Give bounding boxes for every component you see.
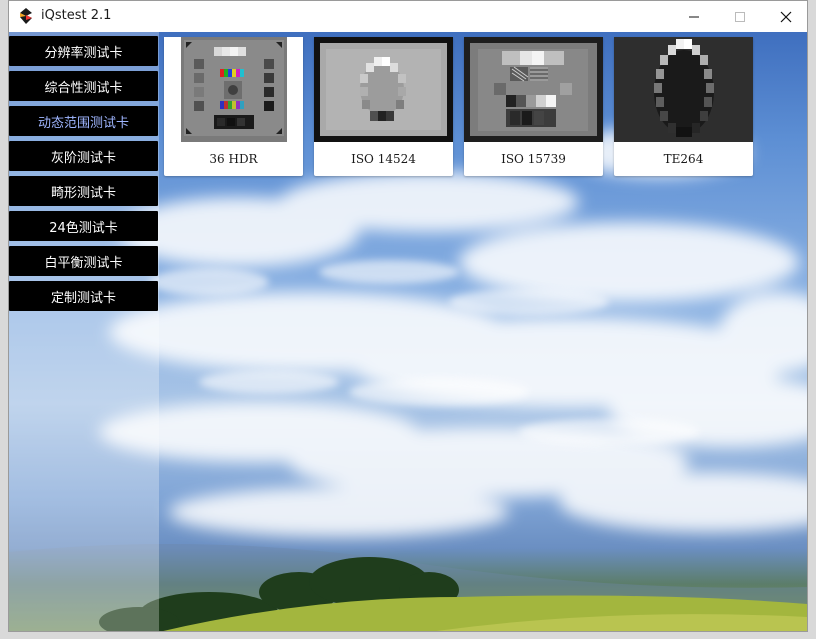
app-logo-icon — [20, 8, 32, 24]
minimize-icon — [689, 16, 699, 17]
sidebar-item-white-balance[interactable]: 白平衡测试卡 — [9, 246, 158, 276]
chart-card-iso-14524[interactable]: ISO 14524 — [314, 37, 453, 176]
window-title: iQstest 2.1 — [41, 8, 112, 23]
chart-thumbnail-image — [614, 37, 753, 142]
chart-card-iso-15739[interactable]: ISO 15739 — [464, 37, 603, 176]
sidebar-item-label: 动态范围测试卡 — [37, 115, 129, 131]
chart-card-label: TE264 — [663, 152, 704, 166]
sidebar-item-resolution[interactable]: 分辨率测试卡 — [9, 36, 158, 66]
maximize-icon — [735, 11, 745, 22]
chart-thumbnail-image — [314, 37, 453, 142]
chart-card-label: ISO 14524 — [351, 152, 416, 166]
sidebar-item-label: 综合性测试卡 — [44, 80, 123, 96]
chart-card-label: ISO 15739 — [501, 152, 566, 166]
app-window: iQstest 2.1 分辨率测试卡 综合性测试卡 动态范围测试卡 灰阶测试卡 … — [8, 0, 808, 632]
chart-thumbnail-image — [164, 37, 303, 142]
sidebar-item-24-color[interactable]: 24色测试卡 — [9, 211, 158, 241]
chart-card-36-hdr[interactable]: 36 HDR — [164, 37, 303, 176]
sidebar-item-dynamic-range[interactable]: 动态范围测试卡 — [9, 106, 158, 136]
maximize-button[interactable] — [717, 1, 763, 32]
sidebar-item-label: 24色测试卡 — [49, 220, 118, 236]
minimize-button[interactable] — [671, 1, 717, 32]
sidebar-item-label: 定制测试卡 — [50, 290, 116, 306]
sidebar-item-custom[interactable]: 定制测试卡 — [9, 281, 158, 311]
sidebar-item-label: 分辨率测试卡 — [44, 45, 123, 61]
close-icon — [780, 11, 792, 22]
sidebar-item-comprehensive[interactable]: 综合性测试卡 — [9, 71, 158, 101]
close-button[interactable] — [763, 1, 807, 32]
sidebar-item-label: 灰阶测试卡 — [50, 150, 116, 166]
chart-card-label: 36 HDR — [209, 152, 258, 166]
title-bar[interactable]: iQstest 2.1 — [9, 1, 807, 32]
sidebar-item-distortion[interactable]: 畸形测试卡 — [9, 176, 158, 206]
main-area: 分辨率测试卡 综合性测试卡 动态范围测试卡 灰阶测试卡 畸形测试卡 24色测试卡… — [9, 32, 807, 631]
sidebar-item-label: 畸形测试卡 — [50, 185, 116, 201]
sidebar-item-grayscale[interactable]: 灰阶测试卡 — [9, 141, 158, 171]
sidebar-item-label: 白平衡测试卡 — [44, 255, 123, 271]
chart-card-te264[interactable]: TE264 — [614, 37, 753, 176]
chart-thumbnail-image — [464, 37, 603, 142]
